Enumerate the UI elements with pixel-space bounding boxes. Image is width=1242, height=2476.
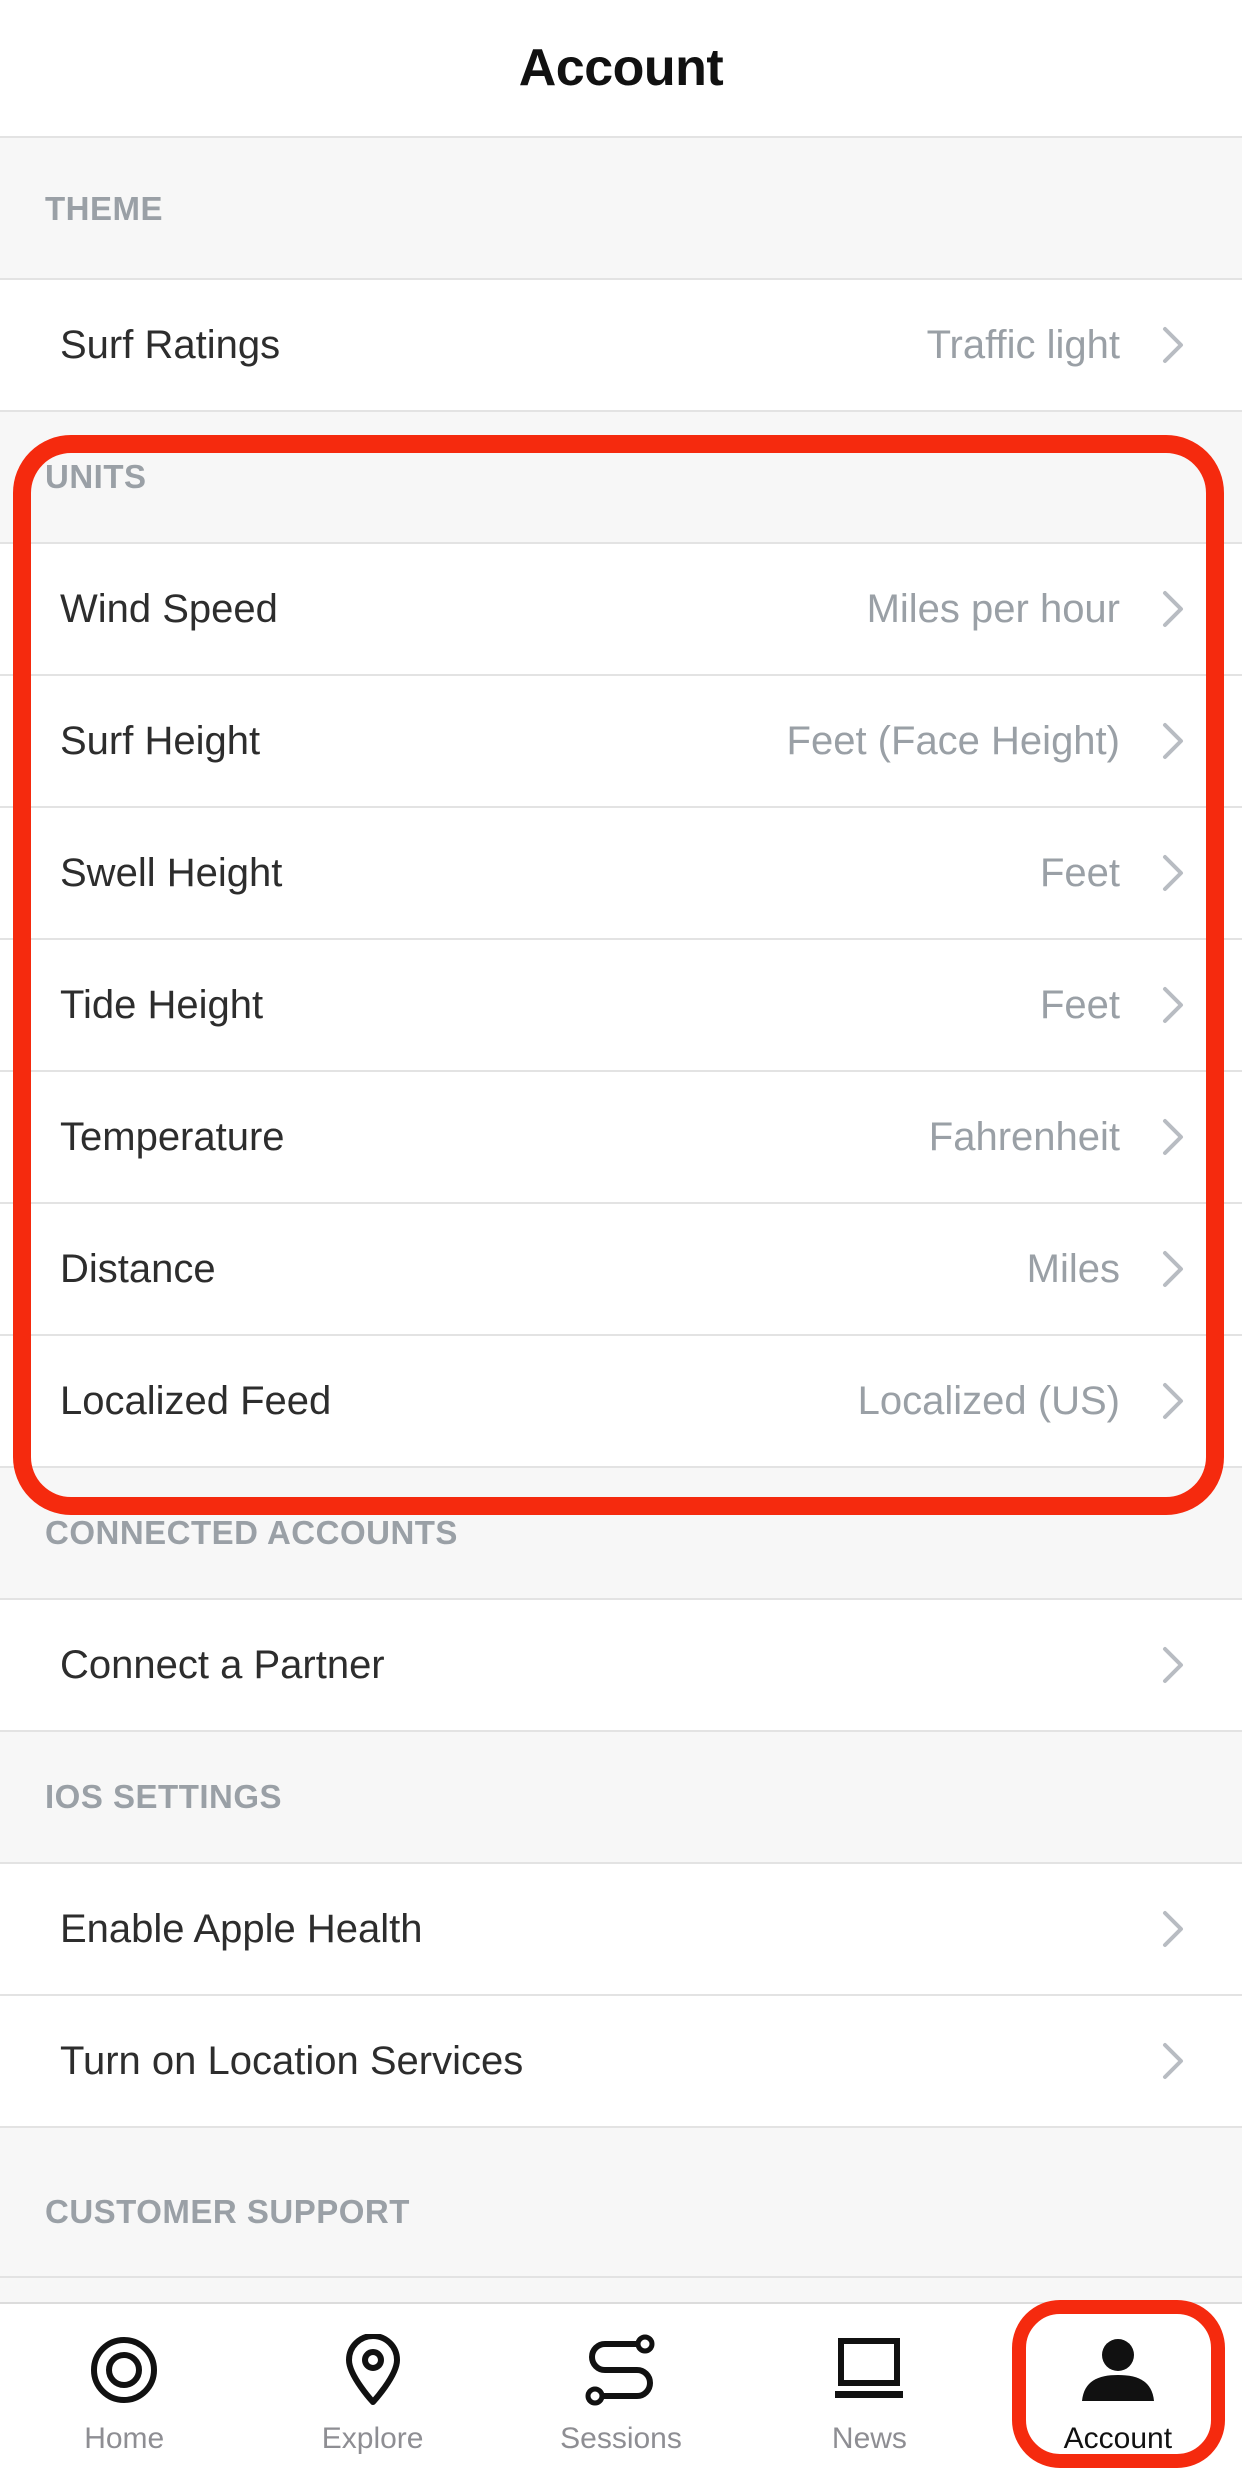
row-label: Enable Apple Health: [60, 1906, 423, 1951]
tab-explore[interactable]: Explore: [248, 2304, 496, 2476]
tab-label: Home: [84, 2422, 165, 2455]
row-temperature[interactable]: Temperature Fahrenheit: [0, 1072, 1242, 1204]
map-pin-icon: [333, 2330, 413, 2410]
route-icon: [581, 2330, 661, 2410]
chevron-right-icon: [1160, 325, 1186, 365]
row-localized-feed[interactable]: Localized Feed Localized (US): [0, 1336, 1242, 1468]
row-label: Temperature: [60, 1114, 285, 1159]
row-value: Miles per hour: [866, 586, 1120, 631]
row-connect-partner[interactable]: Connect a Partner: [0, 1600, 1242, 1732]
chevron-right-icon: [1160, 2041, 1186, 2081]
top-header: Account: [0, 0, 1242, 138]
tab-label: Account: [1063, 2422, 1173, 2455]
row-tide-height[interactable]: Tide Height Feet: [0, 940, 1242, 1072]
row-value: Feet: [1039, 850, 1120, 895]
row-label: Localized Feed: [60, 1378, 332, 1423]
row-value: Fahrenheit: [928, 1114, 1120, 1159]
tab-account[interactable]: Account: [994, 2304, 1242, 2476]
bottom-tab-bar: Home Explore Sessions News Account: [0, 2302, 1242, 2476]
row-label: Tide Height: [60, 982, 264, 1027]
section-header-ios-settings: IOS SETTINGS: [0, 1732, 1242, 1864]
section-header-theme: THEME: [0, 140, 1242, 280]
tab-label: News: [831, 2422, 907, 2455]
row-label: Surf Ratings: [60, 322, 281, 367]
row-distance[interactable]: Distance Miles: [0, 1204, 1242, 1336]
row-label: Wind Speed: [60, 586, 278, 631]
row-surf-height[interactable]: Surf Height Feet (Face Height): [0, 676, 1242, 808]
row-value: Feet: [1039, 982, 1120, 1027]
row-surf-ratings[interactable]: Surf Ratings Traffic light: [0, 280, 1242, 412]
chevron-right-icon: [1160, 1645, 1186, 1685]
row-swell-height[interactable]: Swell Height Feet: [0, 808, 1242, 940]
person-icon: [1078, 2330, 1158, 2410]
tab-home[interactable]: Home: [0, 2304, 248, 2476]
chevron-right-icon: [1160, 1909, 1186, 1949]
row-value: Traffic light: [926, 322, 1120, 367]
row-wind-speed[interactable]: Wind Speed Miles per hour: [0, 544, 1242, 676]
tab-sessions[interactable]: Sessions: [497, 2304, 745, 2476]
chevron-right-icon: [1160, 1381, 1186, 1421]
section-header-customer-support: CUSTOMER SUPPORT: [0, 2128, 1242, 2278]
row-label: Turn on Location Services: [60, 2038, 524, 2083]
settings-list: THEME Surf Ratings Traffic light UNITS W…: [0, 140, 1242, 2278]
row-location-services[interactable]: Turn on Location Services: [0, 1996, 1242, 2128]
laptop-icon: [829, 2330, 909, 2410]
home-icon: [84, 2330, 164, 2410]
row-value: Miles: [1026, 1246, 1120, 1291]
row-value: Localized (US): [857, 1378, 1120, 1423]
row-label: Distance: [60, 1246, 216, 1291]
chevron-right-icon: [1160, 1249, 1186, 1289]
chevron-right-icon: [1160, 589, 1186, 629]
chevron-right-icon: [1160, 853, 1186, 893]
row-label: Swell Height: [60, 850, 283, 895]
row-value: Feet (Face Height): [786, 718, 1120, 763]
section-header-connected-accounts: CONNECTED ACCOUNTS: [0, 1468, 1242, 1600]
chevron-right-icon: [1160, 1117, 1186, 1157]
section-header-units: UNITS: [0, 412, 1242, 544]
row-label: Surf Height: [60, 718, 261, 763]
chevron-right-icon: [1160, 985, 1186, 1025]
row-enable-apple-health[interactable]: Enable Apple Health: [0, 1864, 1242, 1996]
tab-label: Explore: [321, 2422, 424, 2455]
page-title: Account: [518, 39, 724, 97]
row-label: Connect a Partner: [60, 1642, 385, 1687]
tab-label: Sessions: [560, 2422, 682, 2455]
chevron-right-icon: [1160, 721, 1186, 761]
tab-news[interactable]: News: [745, 2304, 993, 2476]
